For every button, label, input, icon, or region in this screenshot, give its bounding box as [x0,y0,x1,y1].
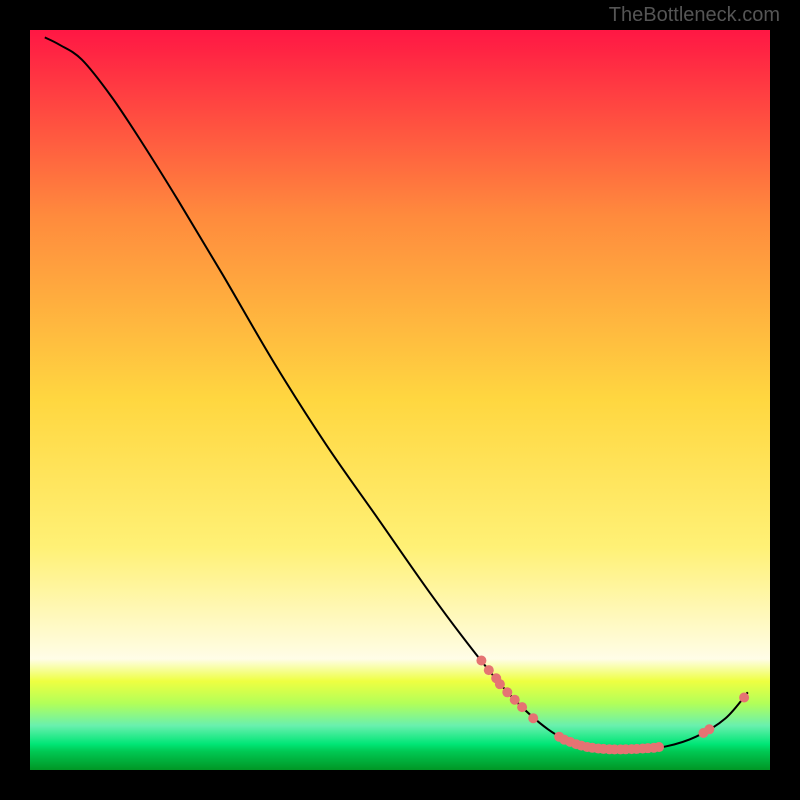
highlight-dot [476,655,486,665]
highlight-dot [495,679,505,689]
chart-svg [30,30,770,770]
highlight-dot [528,713,538,723]
highlight-dot [502,687,512,697]
highlight-dot [517,702,527,712]
highlight-dot [654,742,664,752]
watermark-text: TheBottleneck.com [609,4,780,27]
highlight-dot [484,665,494,675]
highlight-dot [510,695,520,705]
highlight-dot [704,724,714,734]
chart-plot-area [30,30,770,770]
highlight-dot [739,692,749,702]
